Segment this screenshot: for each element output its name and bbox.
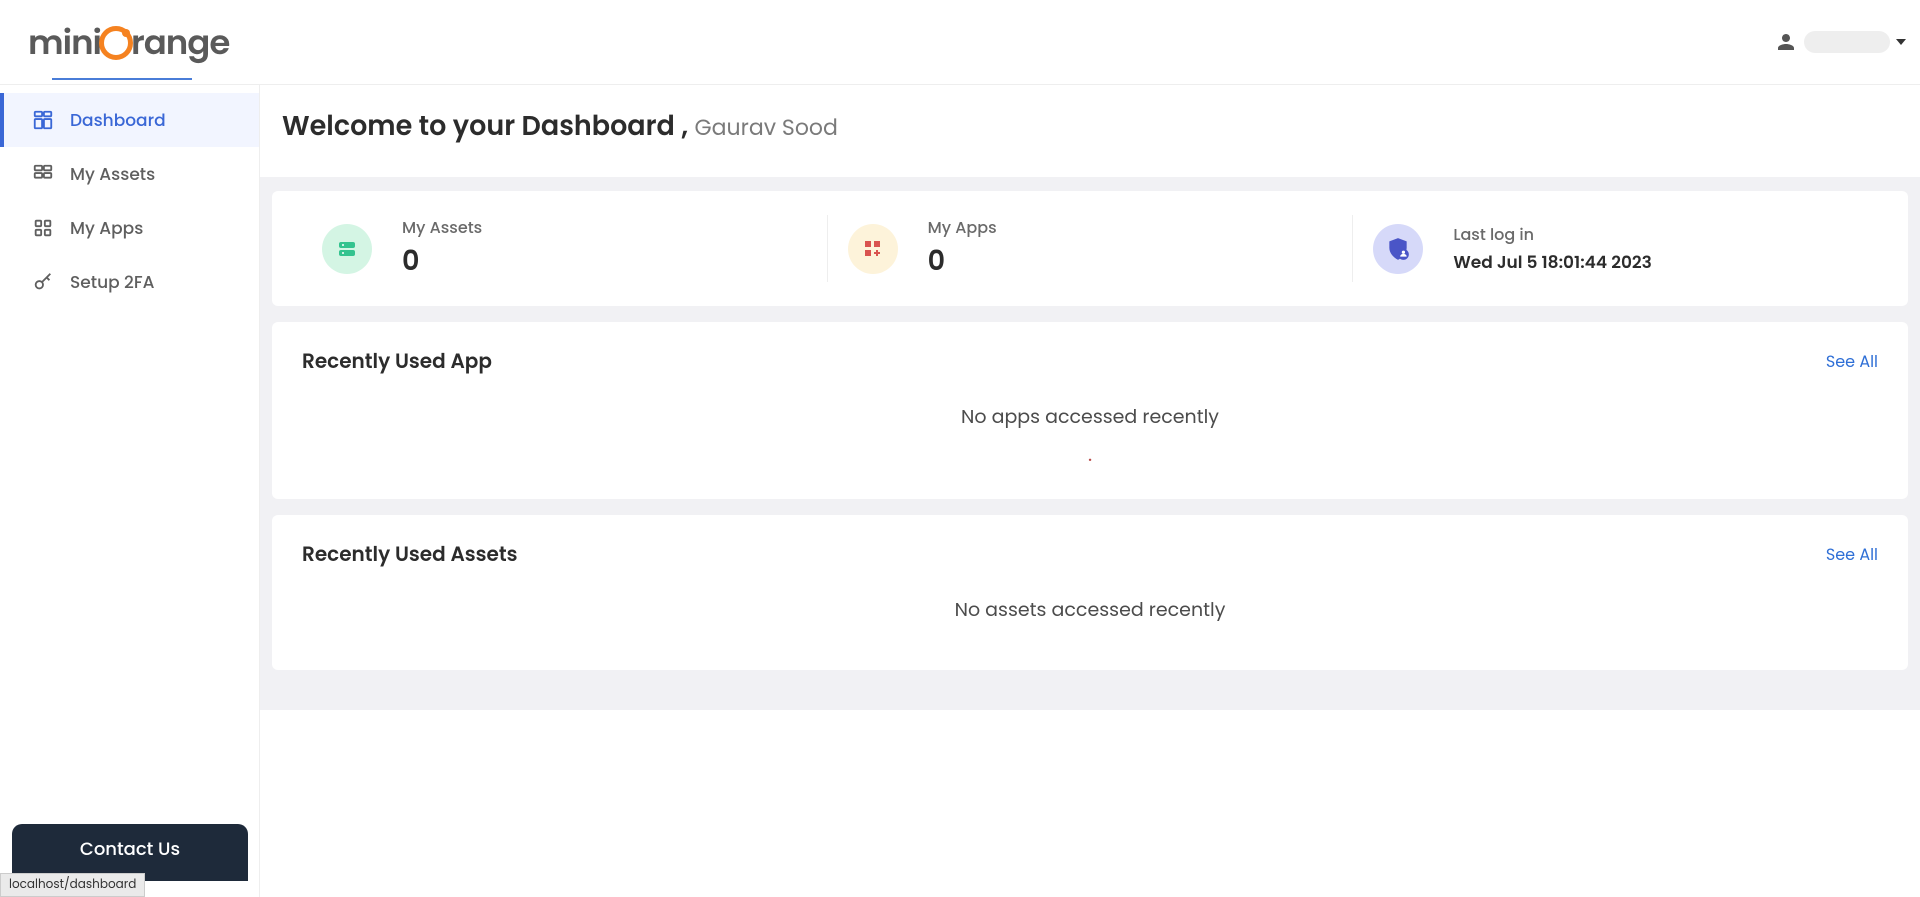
caret-down-icon	[1896, 39, 1906, 45]
sidebar-item-label: My Apps	[70, 215, 143, 241]
layout: Dashboard My Assets My Apps Setup 2FA Co…	[0, 85, 1920, 897]
stat-my-apps: My Apps 0	[827, 215, 1353, 282]
logo[interactable]: mini range	[28, 17, 229, 68]
apps-icon	[32, 217, 54, 239]
logo-part2: range	[131, 17, 229, 68]
sidebar-item-my-apps[interactable]: My Apps	[0, 201, 259, 255]
sidebar-item-label: Setup 2FA	[70, 269, 154, 295]
stat-label: My Apps	[928, 215, 997, 240]
assets-stat-icon	[322, 224, 372, 274]
stat-my-assets: My Assets 0	[302, 215, 827, 282]
recently-used-app-panel: Recently Used App See All No apps access…	[272, 322, 1908, 499]
recently-used-assets-panel: Recently Used Assets See All No assets a…	[272, 515, 1908, 670]
contact-us-label: Contact Us	[80, 837, 180, 862]
sidebar-item-label: Dashboard	[70, 107, 166, 133]
page-title-row: Welcome to your Dashboard , Gaurav Sood	[260, 85, 1920, 177]
page-user-name: Gaurav Sood	[695, 112, 838, 143]
sidebar-nav: Dashboard My Assets My Apps Setup 2FA	[0, 85, 259, 309]
stat-value: Wed Jul 5 18:01:44 2023	[1453, 249, 1652, 275]
panel-title: Recently Used Assets	[302, 539, 518, 569]
stat-last-login: Last log in Wed Jul 5 18:01:44 2023	[1352, 215, 1878, 282]
apps-empty-text: No apps accessed recently	[302, 392, 1878, 441]
sidebar: Dashboard My Assets My Apps Setup 2FA Co…	[0, 85, 260, 897]
logo-o-icon	[99, 26, 133, 60]
sidebar-item-label: My Assets	[70, 161, 155, 187]
sidebar-item-setup-2fa[interactable]: Setup 2FA	[0, 255, 259, 309]
user-name-placeholder	[1804, 31, 1890, 53]
see-all-assets-link[interactable]: See All	[1826, 542, 1878, 567]
assets-icon	[32, 163, 54, 185]
page-title: Welcome to your Dashboard ,	[282, 108, 695, 145]
panel-title: Recently Used App	[302, 346, 492, 376]
sidebar-item-dashboard[interactable]: Dashboard	[0, 93, 259, 147]
stat-value: 0	[928, 242, 997, 282]
user-icon	[1774, 30, 1798, 54]
logo-part1: mini	[28, 17, 101, 68]
logo-underline	[52, 78, 192, 80]
stats-card: My Assets 0 My Apps 0	[272, 191, 1908, 306]
indicator-dot: •	[302, 457, 1878, 463]
dashboard-icon	[32, 109, 54, 131]
top-header: mini range	[0, 0, 1920, 85]
see-all-apps-link[interactable]: See All	[1826, 349, 1878, 374]
main-content: Welcome to your Dashboard , Gaurav Sood …	[260, 85, 1920, 897]
stat-label: Last log in	[1453, 222, 1652, 247]
shield-stat-icon	[1373, 224, 1423, 274]
apps-stat-icon	[848, 224, 898, 274]
sidebar-item-my-assets[interactable]: My Assets	[0, 147, 259, 201]
status-bar: localhost/dashboard	[0, 873, 145, 897]
stat-value: 0	[402, 242, 482, 282]
stat-label: My Assets	[402, 215, 482, 240]
user-menu[interactable]	[1774, 30, 1906, 54]
key-icon	[32, 271, 54, 293]
content-wrap: My Assets 0 My Apps 0	[260, 177, 1920, 710]
assets-empty-text: No assets accessed recently	[302, 585, 1878, 634]
